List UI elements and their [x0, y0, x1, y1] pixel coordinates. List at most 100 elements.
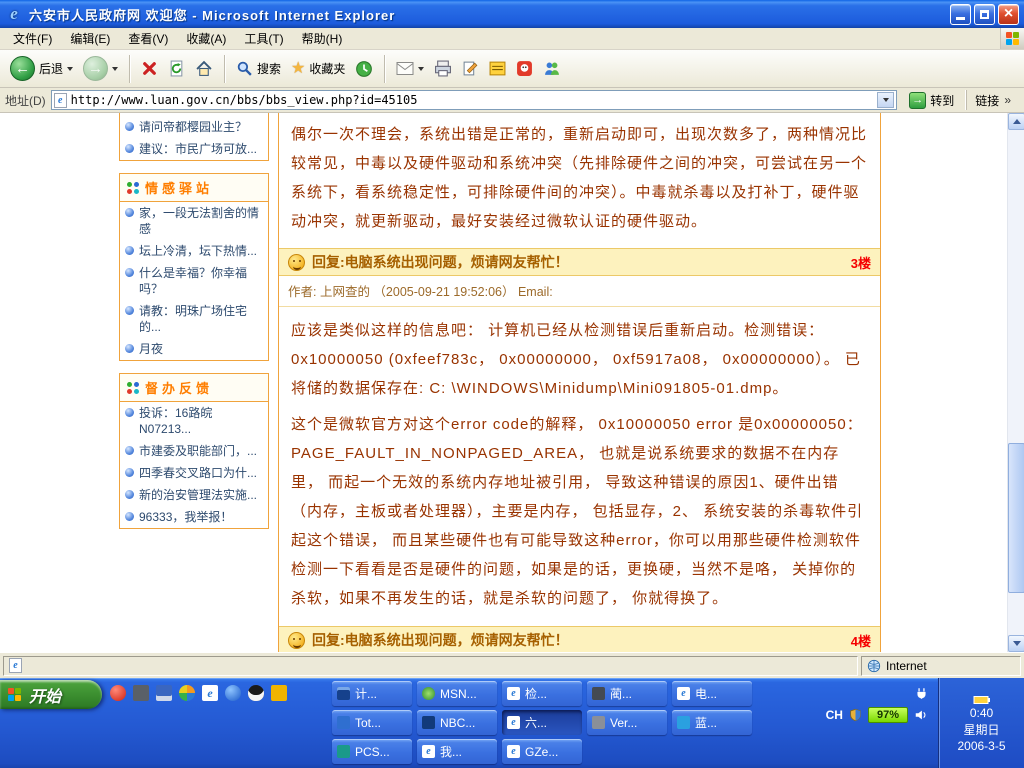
smiley-icon	[288, 254, 305, 271]
reply-paragraph: 这个是微软官方对这个error code的解释， 0x10000050 erro…	[291, 410, 868, 613]
menu-help[interactable]: 帮助(H)	[293, 27, 352, 50]
power-plug-icon[interactable]	[915, 687, 928, 700]
menu-tools[interactable]: 工具(T)	[235, 27, 292, 50]
home-button[interactable]	[191, 58, 217, 79]
menu-favorites[interactable]: 收藏(A)	[177, 27, 235, 50]
show-desktop-icon[interactable]	[225, 685, 241, 701]
internet-zone-label: Internet	[886, 659, 927, 673]
battery-percent-badge[interactable]: 97%	[868, 707, 908, 723]
taskbar-window-button[interactable]: Ver...	[587, 710, 667, 735]
forward-dropdown-icon[interactable]	[112, 67, 118, 71]
sidebar-box-emotion: 情感驿站 家，一段无法割舍的情感 坛上冷清，坛下热情... 什么是幸福？你幸福吗…	[119, 173, 269, 361]
forward-button[interactable]	[79, 54, 122, 83]
sidebar-link[interactable]: 投诉：16路皖N07213...	[120, 402, 268, 440]
go-button[interactable]: 转到	[902, 91, 961, 110]
discuss-button[interactable]	[485, 58, 510, 79]
bullet-icon	[125, 246, 134, 255]
sidebar-link[interactable]: 什么是幸福？你幸福吗？	[120, 262, 268, 300]
links-toolbar[interactable]: 链接	[966, 90, 1019, 110]
maximize-button[interactable]	[974, 4, 995, 25]
taskbar-window-button[interactable]: MSN...	[417, 681, 497, 706]
media-player-icon[interactable]	[179, 685, 195, 701]
title-bar: 六安市人民政府网 欢迎您 - Microsoft Internet Explor…	[0, 0, 1024, 28]
print-button[interactable]	[430, 58, 456, 79]
start-button[interactable]: 开始	[0, 680, 102, 709]
reply-title: 回复:电脑系统出现问题，烦请网友帮忙！	[312, 252, 844, 272]
address-input[interactable]	[71, 93, 874, 107]
taskbar-window-button[interactable]: 蓝...	[672, 710, 752, 735]
app-icon	[337, 745, 350, 758]
notes-icon[interactable]	[271, 685, 287, 701]
sidebar-link[interactable]: 家，一段无法割舍的情感	[120, 202, 268, 240]
battery-meter-icon	[973, 694, 991, 705]
ie-launcher-icon[interactable]	[202, 685, 218, 701]
sidebar-link[interactable]: 请教：明珠广场住宅的...	[120, 300, 268, 338]
taskbar-window-button[interactable]: Tot...	[332, 710, 412, 735]
taskbar-window-button[interactable]: PCS...	[332, 739, 412, 764]
sidebar-link[interactable]: 市建委及职能部门，...	[120, 440, 268, 462]
language-indicator[interactable]: CH	[826, 708, 843, 722]
home-icon	[195, 60, 213, 77]
people-button[interactable]	[539, 58, 565, 79]
stop-button[interactable]	[137, 58, 162, 79]
history-button[interactable]	[351, 58, 377, 80]
scrollbar-thumb[interactable]	[1008, 443, 1024, 593]
bullet-icon	[125, 208, 134, 217]
app-launcher-icon[interactable]	[133, 685, 149, 701]
vertical-scrollbar[interactable]	[1007, 113, 1024, 652]
taskbar-window-button[interactable]: GZe...	[502, 739, 582, 764]
taskbar-button-label: PCS...	[355, 745, 390, 759]
window-title: 六安市人民政府网 欢迎您 - Microsoft Internet Explor…	[29, 5, 947, 24]
address-dropdown-button[interactable]	[877, 92, 894, 108]
scroll-down-button[interactable]	[1008, 635, 1024, 652]
floppy-icon[interactable]	[156, 685, 172, 701]
search-button[interactable]: 搜索	[232, 58, 285, 79]
maximize-icon	[980, 10, 989, 19]
bullet-icon	[125, 408, 134, 417]
messenger-qq-button[interactable]	[512, 58, 537, 79]
sidebar-link[interactable]: 建议：市民广场可放...	[120, 138, 268, 160]
app-icon	[677, 716, 690, 729]
taskbar-window-button[interactable]: 检...	[502, 681, 582, 706]
qq-penguin-icon[interactable]	[248, 685, 264, 701]
taskbar-window-button[interactable]: 电...	[672, 681, 752, 706]
back-dropdown-icon[interactable]	[67, 67, 73, 71]
close-button[interactable]	[998, 4, 1019, 25]
speaker-icon[interactable]	[914, 708, 928, 722]
sidebar-link[interactable]: 月夜	[120, 338, 268, 360]
links-label: 链接	[975, 92, 999, 109]
discuss-icon	[489, 60, 506, 77]
sidebar-link[interactable]: 四季春交叉路口为什...	[120, 462, 268, 484]
menu-view[interactable]: 查看(V)	[119, 27, 177, 50]
taskbar-clock[interactable]: 0:40 星期日 2006-3-5	[938, 678, 1024, 768]
menu-edit[interactable]: 编辑(E)	[61, 27, 119, 50]
sidebar-section-header: 督办反馈	[120, 374, 268, 402]
forward-arrow-icon	[83, 56, 108, 81]
scroll-up-button[interactable]	[1008, 113, 1024, 130]
back-button[interactable]: 后退	[6, 54, 77, 83]
arrow-up-icon	[1013, 119, 1021, 124]
sidebar-link[interactable]: 请问帝都樱园业主？	[120, 116, 268, 138]
taskbar-window-button[interactable]: 我...	[417, 739, 497, 764]
sidebar-link[interactable]: 坛上冷清，坛下热情...	[120, 240, 268, 262]
taskbar: 开始 计... MSN... 检... 蔺... 电... Tot... NBC…	[0, 678, 1024, 768]
security-shield-icon[interactable]	[849, 708, 862, 722]
sidebar-link[interactable]: 96333，我举报！	[120, 506, 268, 528]
favorites-button[interactable]: 收藏夹	[287, 58, 349, 79]
refresh-button[interactable]	[164, 58, 189, 79]
taskbar-window-button[interactable]: 计...	[332, 681, 412, 706]
go-icon	[909, 92, 926, 109]
mail-button[interactable]	[392, 59, 428, 78]
taskbar-button-label: 蓝...	[695, 714, 717, 731]
sidebar-link-label: 建议：市民广场可放...	[139, 141, 257, 157]
mail-dropdown-icon[interactable]	[418, 67, 424, 71]
realplayer-icon[interactable]	[110, 685, 126, 701]
edit-button[interactable]	[458, 58, 483, 79]
taskbar-window-button[interactable]: NBC...	[417, 710, 497, 735]
taskbar-window-button[interactable]: 蔺...	[587, 681, 667, 706]
taskbar-window-button-active[interactable]: 六...	[502, 710, 582, 735]
reply-header: 回复:电脑系统出现问题，烦请网友帮忙！ 4楼	[279, 626, 880, 652]
menu-file[interactable]: 文件(F)	[4, 27, 61, 50]
sidebar-link[interactable]: 新的治安管理法实施...	[120, 484, 268, 506]
minimize-button[interactable]	[950, 4, 971, 25]
